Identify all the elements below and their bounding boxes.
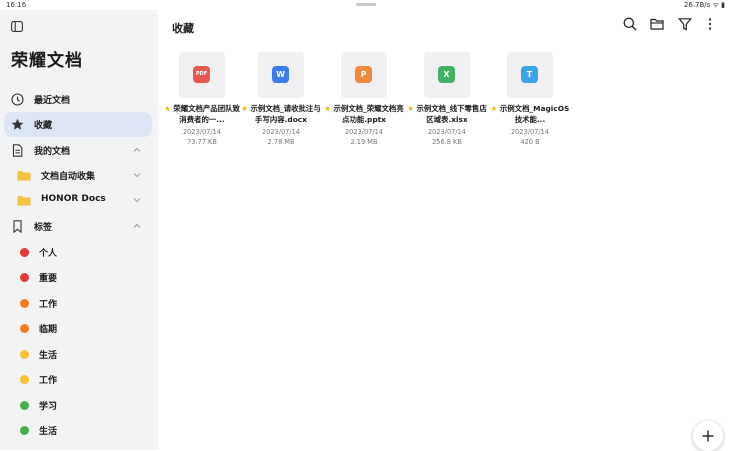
chevron-down-icon[interactable] bbox=[132, 170, 142, 180]
add-button[interactable] bbox=[693, 421, 723, 451]
star-icon bbox=[11, 118, 24, 130]
tag-color-dot bbox=[20, 375, 29, 384]
tag-color-dot bbox=[20, 350, 29, 359]
folder-open-icon[interactable] bbox=[650, 17, 664, 31]
file-thumbnail: T bbox=[507, 52, 553, 98]
sidebar-toggle-icon[interactable] bbox=[11, 21, 23, 32]
excel-file-icon: X bbox=[438, 66, 455, 83]
file-item[interactable]: PDF ★ 荣耀文档产品团队致消费者的一... 2023/07/14 73.77… bbox=[164, 52, 240, 152]
tag-color-dot bbox=[20, 324, 29, 333]
clock-icon bbox=[11, 93, 24, 106]
nav-label: 收藏 bbox=[34, 121, 53, 131]
star-icon: ★ bbox=[407, 104, 414, 113]
tag-item[interactable]: 重要 bbox=[4, 265, 152, 290]
file-size: 2.19 MB bbox=[350, 138, 378, 146]
plus-icon bbox=[702, 430, 714, 442]
tag-label: 工作 bbox=[39, 376, 58, 386]
tag-color-dot bbox=[20, 426, 29, 435]
tag-item[interactable]: 生活 bbox=[4, 418, 152, 443]
file-thumbnail: P bbox=[341, 52, 387, 98]
nav-label: 我的文档 bbox=[34, 147, 71, 157]
tag-color-dot bbox=[20, 273, 29, 282]
folder-icon bbox=[17, 171, 31, 181]
search-icon[interactable] bbox=[623, 17, 637, 31]
file-size: 2.78 MB bbox=[267, 138, 295, 146]
star-icon: ★ bbox=[490, 104, 498, 113]
file-size: 256.8 KB bbox=[432, 138, 462, 146]
folder-label: HONOR Docs bbox=[41, 194, 106, 204]
nav-label: 标签 bbox=[34, 223, 53, 233]
tag-label: 生活 bbox=[39, 351, 58, 361]
tag-item[interactable]: 临期 bbox=[4, 316, 152, 341]
folder-label: 文档自动收集 bbox=[41, 172, 96, 182]
file-date: 2023/07/14 bbox=[344, 128, 383, 136]
nav-recent-docs[interactable]: 最近文档 bbox=[4, 87, 152, 112]
file-name: ★ 荣耀文档产品团队致消费者的一... bbox=[164, 104, 240, 124]
file-date: 2023/07/14 bbox=[182, 128, 221, 136]
tag-label: 工作 bbox=[39, 300, 58, 310]
tag-item[interactable]: 工作 bbox=[4, 367, 152, 392]
file-name: ★ 示例文档_请收批注与手写内容.docx bbox=[241, 104, 321, 124]
file-size: 420 B bbox=[520, 138, 540, 146]
file-item[interactable]: T ★ 示例文档_MagicOS技术能... 2023/07/14 420 B bbox=[491, 52, 569, 152]
sidebar: 荣耀文档 最近文档 收藏 我的文档 文档自动收集 HONOR Docs 标签 个… bbox=[0, 10, 158, 450]
folder-honor-docs[interactable]: HONOR Docs bbox=[4, 188, 152, 213]
bookmark-icon bbox=[13, 220, 22, 233]
page-title: 收藏 bbox=[172, 22, 194, 35]
tag-color-dot bbox=[20, 299, 29, 308]
file-name: ★ 示例文档_MagicOS技术能... bbox=[490, 104, 570, 124]
file-name: ★ 示例文档_线下零售店区域表.xlsx bbox=[407, 104, 487, 124]
chevron-up-icon[interactable] bbox=[132, 221, 142, 231]
app-title: 荣耀文档 bbox=[11, 51, 83, 71]
star-icon: ★ bbox=[324, 104, 331, 113]
nav-tags[interactable]: 标签 bbox=[4, 214, 152, 239]
filter-icon[interactable] bbox=[678, 17, 692, 31]
tag-item[interactable]: 工作 bbox=[4, 291, 152, 316]
file-item[interactable]: P ★ 示例文档_荣耀文档亮点功能.pptx 2023/07/14 2.19 M… bbox=[324, 52, 404, 152]
status-time: 16:16 bbox=[6, 1, 27, 9]
tag-label: 学习 bbox=[39, 402, 58, 412]
file-thumbnail: X bbox=[424, 52, 470, 98]
nav-label: 最近文档 bbox=[34, 96, 71, 106]
file-date: 2023/07/14 bbox=[427, 128, 466, 136]
star-icon: ★ bbox=[164, 104, 171, 113]
file-thumbnail: W bbox=[258, 52, 304, 98]
tag-label: 重要 bbox=[39, 274, 58, 284]
status-bar: 16:16 26.7B/s ᯤ ▮ bbox=[0, 0, 733, 10]
word-file-icon: W bbox=[272, 66, 289, 83]
tag-item[interactable]: 个人 bbox=[4, 240, 152, 265]
document-icon bbox=[12, 144, 23, 157]
file-date: 2023/07/14 bbox=[510, 128, 549, 136]
tag-label: 个人 bbox=[39, 249, 58, 259]
tag-label: 临期 bbox=[39, 325, 58, 335]
star-icon: ★ bbox=[241, 104, 248, 113]
status-system: 26.7B/s ᯤ ▮ bbox=[683, 1, 725, 9]
text-file-icon: T bbox=[521, 66, 538, 83]
tag-item[interactable]: 学习 bbox=[4, 393, 152, 418]
chevron-up-icon[interactable] bbox=[132, 145, 142, 155]
chevron-down-icon[interactable] bbox=[132, 195, 142, 205]
more-vertical-icon[interactable] bbox=[703, 17, 717, 31]
tag-label: 生活 bbox=[39, 427, 58, 437]
folder-icon bbox=[17, 196, 31, 206]
file-name: ★ 示例文档_荣耀文档亮点功能.pptx bbox=[324, 104, 404, 124]
file-size: 73.77 KB bbox=[187, 138, 217, 146]
file-date: 2023/07/14 bbox=[261, 128, 300, 136]
file-item[interactable]: W ★ 示例文档_请收批注与手写内容.docx 2023/07/14 2.78 … bbox=[241, 52, 321, 152]
powerpoint-file-icon: P bbox=[355, 66, 372, 83]
file-item[interactable]: X ★ 示例文档_线下零售店区域表.xlsx 2023/07/14 256.8 … bbox=[407, 52, 487, 152]
file-thumbnail: PDF bbox=[179, 52, 225, 98]
tag-color-dot bbox=[20, 401, 29, 410]
nav-favorites[interactable]: 收藏 bbox=[4, 112, 152, 137]
tag-color-dot bbox=[20, 248, 29, 257]
nav-my-docs[interactable]: 我的文档 bbox=[4, 138, 152, 163]
folder-auto-collect[interactable]: 文档自动收集 bbox=[4, 163, 152, 188]
window-drag-handle[interactable] bbox=[356, 3, 376, 6]
tag-item[interactable]: 生活 bbox=[4, 342, 152, 367]
pdf-file-icon: PDF bbox=[193, 66, 210, 83]
